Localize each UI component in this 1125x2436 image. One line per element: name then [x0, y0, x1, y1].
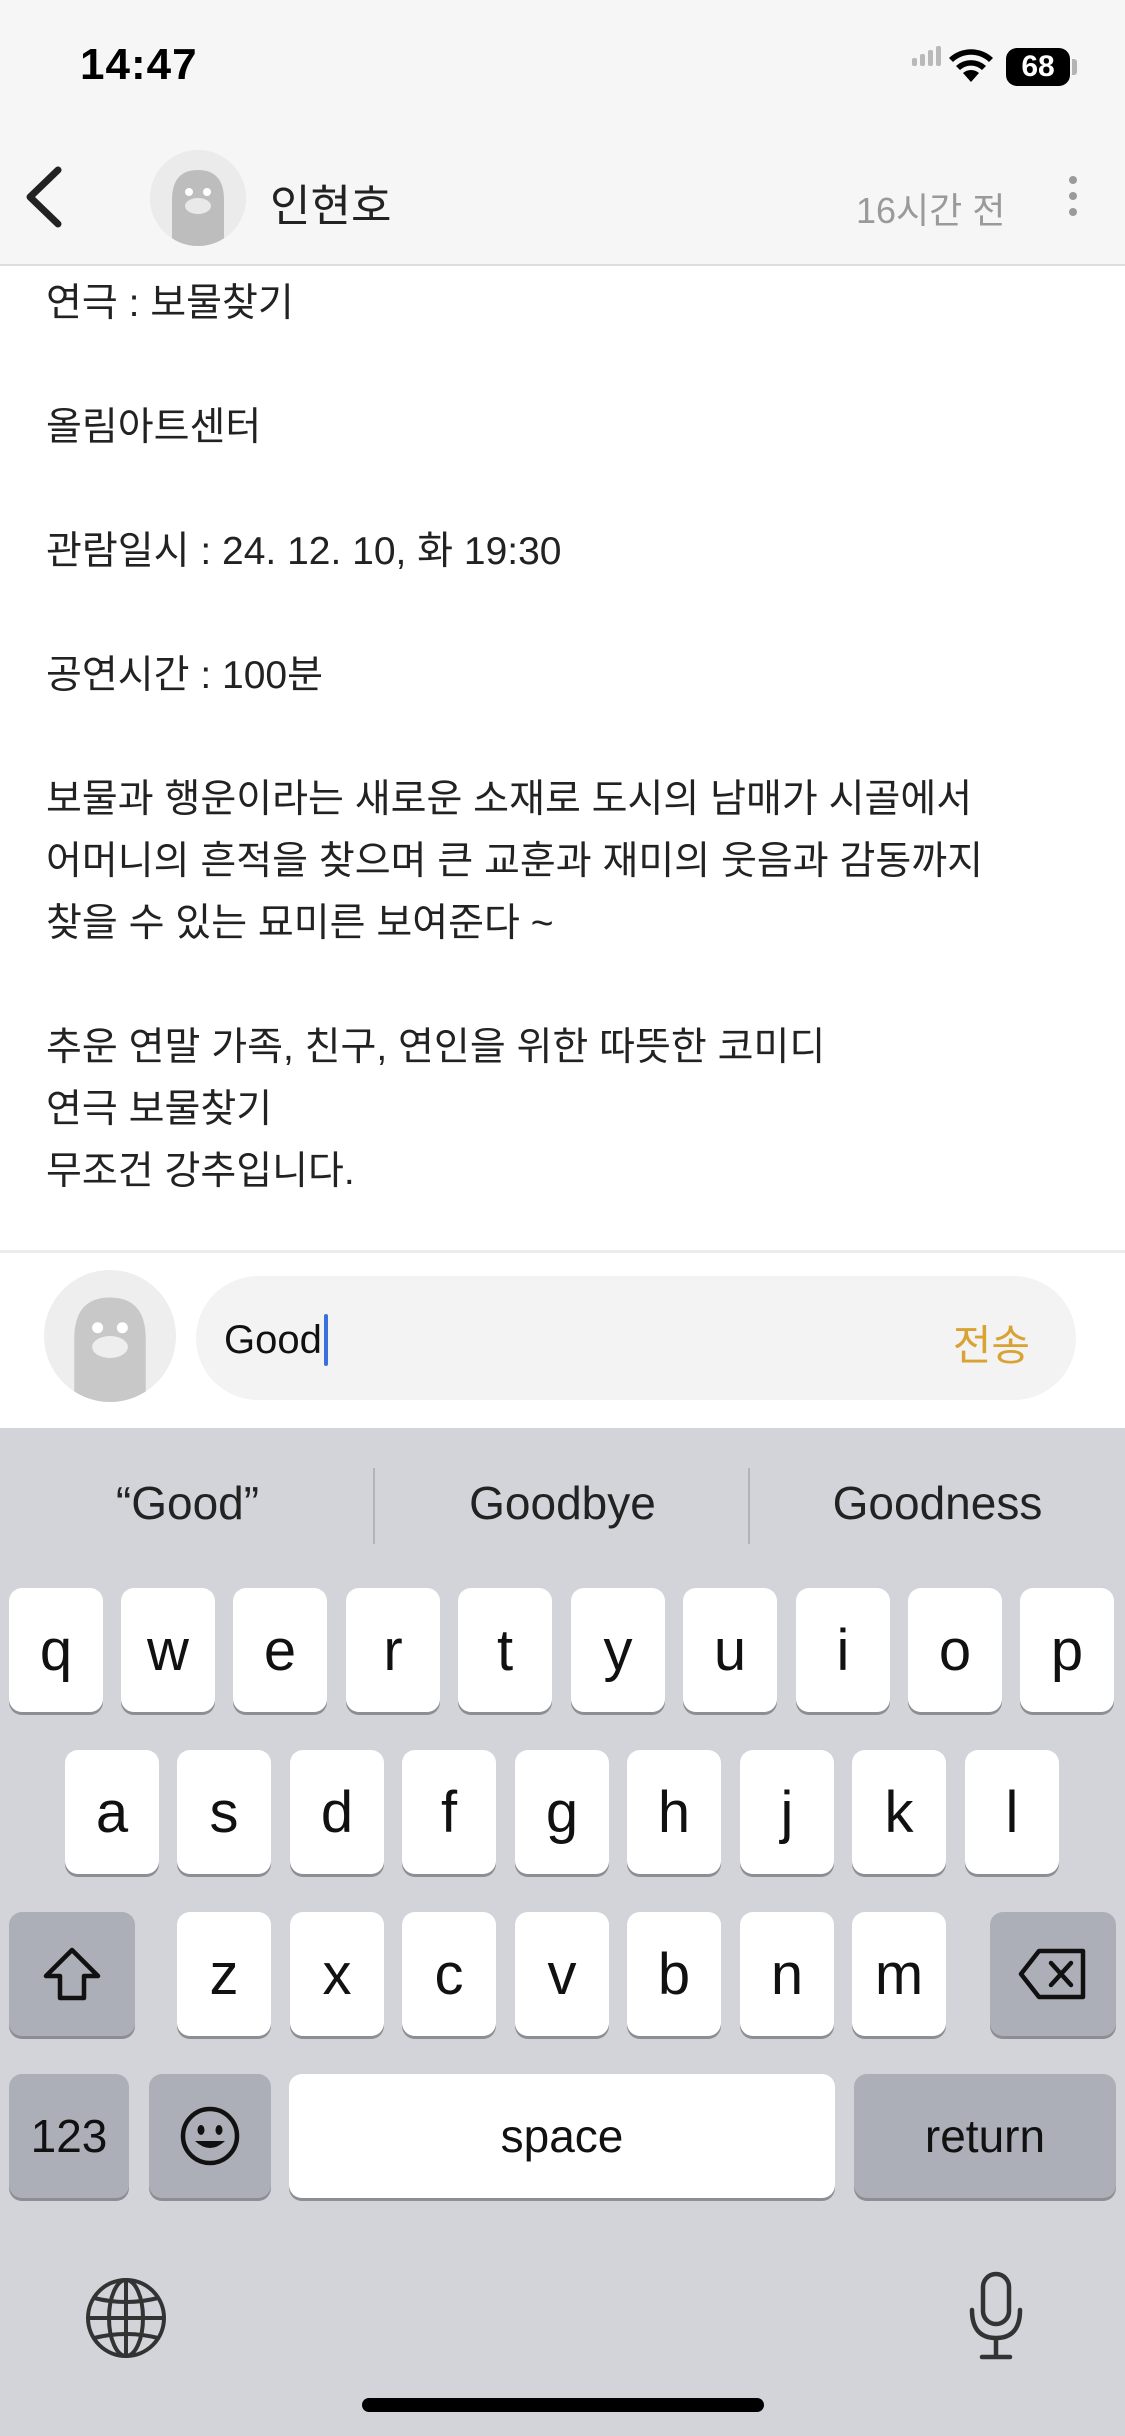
battery-indicator: 68 [1006, 48, 1070, 86]
post-line: 추운 연말 가족, 친구, 연인을 위한 따뜻한 코미디 [46, 1026, 826, 1069]
key-q[interactable]: q [9, 1588, 103, 1712]
key-b[interactable]: b [627, 1912, 721, 2036]
status-time: 14:47 [80, 40, 198, 89]
post-line: 관람일시 : 24. 12. 10, 화 19:30 [46, 530, 562, 573]
space-key-label: space [500, 2110, 624, 2162]
key-s[interactable]: s [177, 1750, 271, 1874]
key-w[interactable]: w [121, 1588, 215, 1712]
key-g[interactable]: g [515, 1750, 609, 1874]
more-options-icon[interactable] [1058, 170, 1088, 222]
key-c[interactable]: c [402, 1912, 496, 2036]
numbers-key[interactable]: 123 [9, 2074, 129, 2198]
penguin-avatar-icon [150, 150, 246, 246]
author-name[interactable]: 인현호 [270, 170, 391, 234]
wifi-icon [949, 49, 993, 82]
key-a[interactable]: a [65, 1750, 159, 1874]
key-y[interactable]: y [571, 1588, 665, 1712]
send-button[interactable]: 전송 [953, 1312, 1030, 1373]
key-i[interactable]: i [796, 1588, 890, 1712]
back-arrow-icon[interactable] [18, 160, 74, 234]
key-d[interactable]: d [290, 1750, 384, 1874]
comment-input-text[interactable]: Good [224, 1318, 322, 1363]
suggestion-3[interactable]: Goodness [750, 1458, 1125, 1548]
key-t[interactable]: t [458, 1588, 552, 1712]
post-line: 찾을 수 있는 묘미른 보여준다 ~ [46, 902, 554, 945]
post-line: 어머니의 흔적을 찾으며 큰 교훈과 재미의 웃음과 감동까지 [46, 840, 983, 883]
post-line: 공연시간 : 100분 [46, 654, 323, 697]
return-key[interactable]: return [854, 2074, 1116, 2198]
key-k[interactable]: k [852, 1750, 946, 1874]
home-indicator[interactable] [362, 2398, 764, 2412]
shift-key[interactable] [9, 1912, 135, 2036]
battery-cap [1072, 59, 1077, 75]
comment-input[interactable]: Good 전송 [196, 1276, 1076, 1400]
key-z[interactable]: z [177, 1912, 271, 2036]
backspace-icon [1018, 1948, 1086, 2000]
key-l[interactable]: l [965, 1750, 1059, 1874]
key-h[interactable]: h [627, 1750, 721, 1874]
microphone-icon[interactable] [966, 2270, 1026, 2362]
space-key[interactable]: space [289, 2074, 835, 2198]
globe-icon[interactable] [84, 2276, 168, 2360]
battery-level: 68 [1021, 50, 1055, 83]
key-j[interactable]: j [740, 1750, 834, 1874]
post-line: 올림아트센터 [46, 406, 262, 449]
top-bar: 14:47 68 인현호 16시간 전 [0, 0, 1125, 266]
key-p[interactable]: p [1020, 1588, 1114, 1712]
backspace-key[interactable] [990, 1912, 1116, 2036]
post-line: 무조건 강추입니다. [46, 1150, 355, 1193]
key-f[interactable]: f [402, 1750, 496, 1874]
user-avatar [44, 1270, 176, 1402]
emoji-icon [180, 2106, 240, 2166]
key-e[interactable]: e [233, 1588, 327, 1712]
return-key-label: return [924, 2110, 1046, 2162]
key-u[interactable]: u [683, 1588, 777, 1712]
key-o[interactable]: o [908, 1588, 1002, 1712]
key-v[interactable]: v [515, 1912, 609, 2036]
numbers-key-label: 123 [30, 2110, 108, 2162]
post-line: 연극 : 보물찾기 [46, 282, 294, 325]
author-avatar[interactable] [150, 150, 246, 246]
key-x[interactable]: x [290, 1912, 384, 2036]
shift-icon [43, 1947, 101, 2001]
post-line: 보물과 행운이라는 새로운 소재로 도시의 남매가 시골에서 [46, 778, 973, 821]
key-m[interactable]: m [852, 1912, 946, 2036]
text-caret [323, 1314, 328, 1366]
comment-input-area[interactable]: Good [224, 1314, 328, 1366]
suggestion-2[interactable]: Goodbye [375, 1458, 750, 1548]
post-time: 16시간 전 [856, 190, 1006, 231]
keyboard: “Good” Goodbye Goodness q w e r t y u i … [0, 1428, 1125, 2436]
key-n[interactable]: n [740, 1912, 834, 2036]
key-r[interactable]: r [346, 1588, 440, 1712]
penguin-avatar-icon [44, 1270, 176, 1402]
suggestion-1[interactable]: “Good” [0, 1458, 375, 1548]
post-line: 연극 보물찾기 [46, 1088, 273, 1131]
emoji-key[interactable] [149, 2074, 271, 2198]
